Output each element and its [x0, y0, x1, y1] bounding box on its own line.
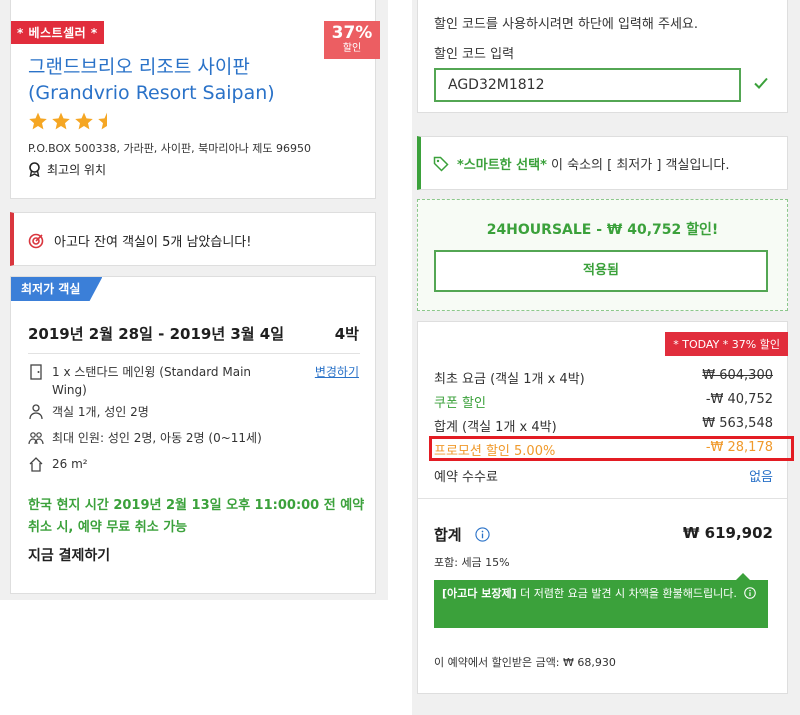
total-savings: 이 예약에서 할인받은 금액: ₩ 68,930	[434, 656, 616, 669]
award-ribbon-icon	[29, 162, 40, 177]
applied-button[interactable]: 적용됨	[434, 250, 768, 292]
target-alert-icon	[28, 233, 44, 248]
change-room-link[interactable]: 변경하기	[315, 363, 359, 380]
lowest-price-room-tag: 최저가 객실	[11, 277, 103, 301]
today-discount-tag: * TODAY * 37% 할인	[665, 332, 788, 356]
info-icon[interactable]	[475, 527, 490, 542]
discount-badge: 37% 할인	[324, 21, 380, 59]
coupon-discount-label: 쿠폰 할인	[434, 396, 486, 411]
occupancy-row: 객실 1개, 성인 2명	[28, 403, 149, 421]
promo-code-input[interactable]	[434, 68, 741, 102]
room-details-card: 최저가 객실 2019년 2월 28일 - 2019년 3월 4일 4박 1 x…	[10, 276, 376, 594]
left-column: * 베스트셀러 * 37% 할인 그랜드브리오 리조트 사이판 (Grandvr…	[0, 0, 388, 600]
check-icon	[754, 77, 768, 89]
smart-choice-emphasis: *스마트한 선택*	[457, 158, 547, 173]
star-rating	[28, 111, 117, 131]
base-rate-value: ₩ 604,300	[702, 368, 773, 383]
location-label: 최고의 위치	[47, 163, 107, 177]
subtotal-label: 합계 (객실 1개 x 4박)	[434, 420, 557, 435]
coupon-discount-value: -₩ 40,752	[705, 392, 773, 407]
hotel-summary-card: * 베스트셀러 * 37% 할인 그랜드브리오 리조트 사이판 (Grandvr…	[10, 0, 380, 199]
hotel-address: P.O.BOX 500338, 가라판, 사이판, 북마리아나 제도 96950	[28, 142, 311, 155]
house-icon	[29, 457, 43, 472]
free-cancellation-text: 한국 현지 시간 2019년 2월 13일 오후 11:00:00 전 예약 취…	[28, 498, 365, 535]
subtotal-row: 합계 (객실 1개 x 4박) ₩ 563,548	[434, 416, 773, 435]
alert-text: 아고다 잔여 객실이 5개 남았습니다!	[54, 235, 252, 250]
divider	[28, 353, 360, 354]
divider	[418, 498, 787, 499]
max-occupancy-row: 최대 인원: 성인 2명, 아동 2명 (0~11세)	[28, 429, 262, 447]
guarantee-text: 더 저렴한 요금 발견 시 차액을 환불해드립니다.	[516, 587, 737, 600]
stay-dates: 2019년 2월 28일 - 2019년 3월 4일	[28, 325, 285, 343]
grand-total-value: ₩ 619,902	[682, 524, 773, 542]
sale-title: 24HOURSALE - ₩ 40,752 할인!	[486, 222, 719, 238]
coupon-discount-row: 쿠폰 할인 -₩ 40,752	[434, 392, 773, 411]
price-breakdown-card: * TODAY * 37% 할인 최초 요금 (객실 1개 x 4박) ₩ 60…	[417, 321, 794, 694]
star-icon	[29, 112, 47, 130]
max-occupancy: 최대 인원: 성인 2명, 아동 2명 (0~11세)	[52, 431, 262, 445]
guarantee-title: [아고다 보장제]	[442, 587, 517, 600]
price-tag-icon	[433, 156, 449, 172]
nights-count: 4박	[334, 325, 359, 343]
discount-percent: 37%	[331, 23, 373, 43]
room-type-row: 1 x 스탠다드 메인윙 (Standard Main Wing)	[28, 363, 268, 399]
pay-now-label: 지금 결제하기	[28, 548, 111, 564]
room-size-row: 26 m²	[28, 455, 88, 473]
info-icon[interactable]	[744, 587, 757, 599]
smart-choice-text: 이 숙소의 [ 최저가 ] 객실입니다.	[546, 158, 730, 173]
promo-code-card: 할인 코드를 사용하시려면 하단에 입력해 주세요. 할인 코드 입력	[417, 0, 788, 113]
subtotal-value: ₩ 563,548	[702, 416, 773, 431]
base-rate-row: 최초 요금 (객실 1개 x 4박) ₩ 604,300	[434, 368, 773, 387]
smart-choice-banner: *스마트한 선택* 이 숙소의 [ 최저가 ] 객실입니다.	[417, 136, 788, 190]
star-icon	[52, 112, 70, 130]
promo-hint: 할인 코드를 사용하시려면 하단에 입력해 주세요.	[434, 17, 698, 32]
discount-label: 할인	[342, 43, 362, 54]
half-star-icon	[98, 112, 107, 130]
door-icon	[30, 364, 42, 380]
base-rate-label: 최초 요금 (객실 1개 x 4박)	[434, 372, 585, 387]
group-icon	[28, 432, 44, 445]
sale-discount-card: 24HOURSALE - ₩ 40,752 할인! 적용됨	[417, 199, 788, 311]
right-column: 할인 코드를 사용하시려면 하단에 입력해 주세요. 할인 코드 입력 *스마트…	[412, 0, 800, 715]
room-type: 1 x 스탠다드 메인윙 (Standard Main Wing)	[52, 365, 252, 397]
grand-total-label: 합계	[434, 526, 462, 544]
price-guarantee-box: [아고다 보장제] 더 저렴한 요금 발견 시 차액을 환불해드립니다.	[434, 573, 768, 628]
location-highlight: 최고의 위치	[28, 161, 106, 178]
booking-fee-row: 예약 수수료 없음	[434, 466, 773, 485]
booking-fee-value: 없음	[749, 470, 773, 485]
bestseller-badge: * 베스트셀러 *	[11, 21, 104, 44]
tax-note: 포함: 세금 15%	[434, 556, 510, 569]
grand-total-row: 합계 ₩ 619,902	[434, 524, 773, 545]
person-icon	[29, 404, 43, 420]
availability-alert: 아고다 잔여 객실이 5개 남았습니다!	[10, 212, 376, 266]
promotion-highlight-box	[429, 436, 794, 461]
occupancy: 객실 1개, 성인 2명	[52, 405, 149, 419]
promo-code-label: 할인 코드 입력	[434, 47, 515, 62]
star-icon	[75, 112, 93, 130]
room-size: 26 m²	[52, 457, 88, 471]
booking-fee-label: 예약 수수료	[434, 470, 498, 485]
hotel-name[interactable]: 그랜드브리오 리조트 사이판 (Grandvrio Resort Saipan)	[28, 54, 318, 106]
